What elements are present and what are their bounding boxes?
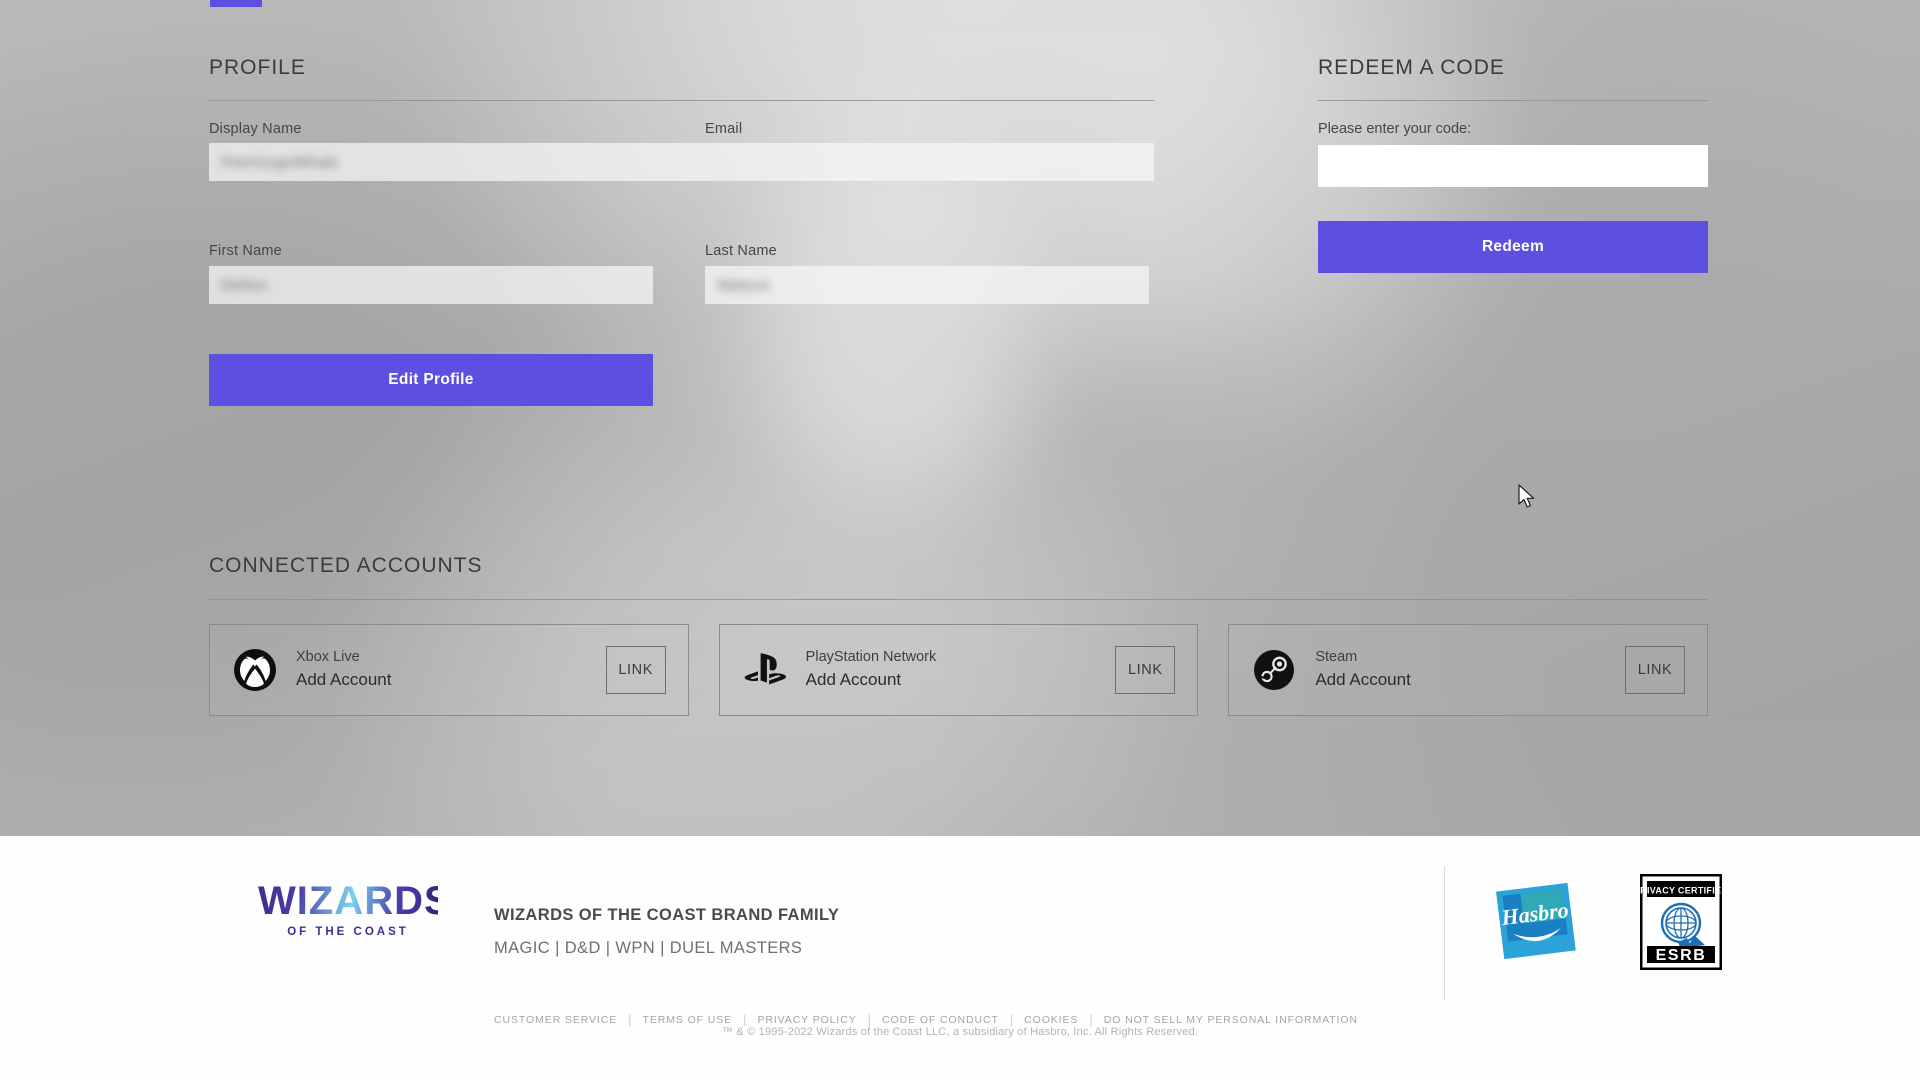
active-tab-indicator[interactable]	[210, 0, 262, 7]
connected-account-card-xbox[interactable]: Xbox Live Add Account LINK	[209, 624, 689, 716]
connected-accounts-title: CONNECTED ACCOUNTS	[209, 554, 483, 577]
connected-account-action-steam: Add Account	[1315, 669, 1411, 689]
playstation-icon	[742, 647, 788, 693]
footer-link-separator: |	[743, 1012, 747, 1027]
footer-link-do-not-sell[interactable]: DO NOT SELL MY PERSONAL INFORMATION	[1104, 1014, 1358, 1026]
footer-link-separator: |	[628, 1012, 632, 1027]
connected-account-text-playstation: PlayStation Network Add Account	[806, 648, 1116, 691]
connected-account-service-xbox: Xbox Live	[296, 649, 360, 666]
redeem-input-label: Please enter your code:	[1318, 121, 1472, 137]
profile-row-display-email: Display Name Email	[209, 121, 1154, 144]
redeem-code-section: REDEEM A CODE Please enter your code: Re…	[1318, 56, 1708, 273]
last-name-input[interactable]: Watson	[705, 266, 1149, 304]
redeem-section-title: REDEEM A CODE	[1318, 56, 1505, 79]
link-button-steam[interactable]: LINK	[1625, 646, 1686, 694]
connected-account-action-playstation: Add Account	[805, 669, 902, 689]
profile-row-names: First Name Delton Last Name Watson	[209, 243, 1154, 304]
link-button-xbox[interactable]: LINK	[605, 646, 666, 694]
footer-links: CUSTOMER SERVICE | TERMS OF USE | PRIVAC…	[494, 1012, 1358, 1027]
brand-family-title: WIZARDS OF THE COAST BRAND FAMILY	[494, 906, 840, 924]
brand-family-block: WIZARDS OF THE COAST BRAND FAMILY MAGIC …	[494, 906, 839, 958]
footer-link-customer-service[interactable]: CUSTOMER SERVICE	[494, 1014, 617, 1026]
page-content: PROFILE Display Name Email PeerGogoWhale…	[0, 0, 1920, 836]
footer-link-separator: |	[1089, 1012, 1093, 1027]
footer-inner: WIZARDS OF THE COAST WIZARDS OF THE COAS…	[0, 836, 1920, 1027]
last-name-field-group: Last Name Watson	[705, 243, 1149, 304]
footer-link-separator: |	[1009, 1012, 1014, 1027]
svg-text:ESRB: ESRB	[1656, 947, 1707, 964]
profile-section-title: PROFILE	[209, 56, 306, 79]
wizards-of-the-coast-logo[interactable]: WIZARDS OF THE COAST	[258, 879, 452, 938]
first-name-label: First Name	[209, 243, 282, 259]
display-name-label: Display Name	[209, 121, 302, 137]
footer-badges: Hasbro PRIVACY CERTIFIED	[1490, 873, 1728, 975]
footer-link-code-of-conduct[interactable]: CODE OF CONDUCT	[882, 1014, 999, 1026]
redeem-code-input[interactable]	[1318, 145, 1708, 187]
connected-account-card-steam[interactable]: Steam Add Account LINK	[1228, 624, 1709, 716]
site-footer: WIZARDS OF THE COAST WIZARDS OF THE COAS…	[0, 836, 1920, 1080]
footer-vertical-divider	[1444, 866, 1445, 1000]
mouse-cursor	[1518, 484, 1536, 515]
connected-account-card-playstation[interactable]: PlayStation Network Add Account LINK	[718, 624, 1199, 716]
connected-account-action-xbox: Add Account	[296, 669, 392, 689]
redeem-divider	[1318, 100, 1708, 101]
footer-link-privacy-policy[interactable]: PRIVACY POLICY	[757, 1014, 856, 1026]
edit-profile-button[interactable]: Edit Profile	[209, 354, 653, 406]
profile-section: PROFILE Display Name Email PeerGogoWhale…	[209, 56, 1154, 406]
footer-link-cookies[interactable]: COOKIES	[1024, 1014, 1078, 1026]
account-settings-page: PROFILE Display Name Email PeerGogoWhale…	[0, 0, 1920, 1080]
last-name-value: Watson	[717, 276, 771, 294]
first-name-value: Delton	[221, 276, 268, 294]
redeem-button[interactable]: Redeem	[1318, 221, 1708, 273]
display-name-value: PeerGogoWhale	[221, 153, 339, 171]
email-label: Email	[705, 121, 743, 137]
last-name-label: Last Name	[705, 243, 777, 259]
hasbro-logo[interactable]: Hasbro	[1490, 879, 1582, 970]
svg-text:PRIVACY CERTIFIED: PRIVACY CERTIFIED	[1640, 886, 1722, 896]
connected-account-service-steam: Steam	[1315, 649, 1358, 666]
footer-link-terms-of-use[interactable]: TERMS OF USE	[643, 1014, 733, 1026]
display-name-email-input[interactable]: PeerGogoWhale	[209, 143, 1154, 181]
xbox-icon	[232, 647, 278, 693]
first-name-field-group: First Name Delton	[209, 243, 653, 304]
first-name-input[interactable]: Delton	[209, 266, 653, 304]
connected-account-text-steam: Steam Add Account	[1315, 648, 1625, 691]
link-button-playstation[interactable]: LINK	[1115, 646, 1176, 694]
connected-accounts-divider	[209, 599, 1708, 600]
steam-icon	[1251, 647, 1297, 693]
footer-link-separator: |	[867, 1012, 872, 1027]
profile-divider	[209, 100, 1154, 101]
copyright-text: ™ & © 1995-2022 Wizards of the Coast LLC…	[721, 1026, 1199, 1038]
email-field-group: Email	[705, 121, 1149, 144]
connected-account-text-xbox: Xbox Live Add Account	[296, 648, 606, 691]
connected-accounts-list: Xbox Live Add Account LINK PlayStation N…	[209, 624, 1709, 716]
logo-wordmark: WIZARDS	[258, 879, 452, 923]
connected-account-service-playstation: PlayStation Network	[805, 649, 937, 666]
connected-accounts-section: CONNECTED ACCOUNTS Xbox Live Add Account…	[209, 554, 1709, 716]
display-name-field-group: Display Name	[209, 121, 653, 144]
esrb-privacy-certified-badge[interactable]: PRIVACY CERTIFIED ESRB	[1634, 873, 1728, 975]
brand-family-list: MAGIC | D&D | WPN | DUEL MASTERS	[494, 939, 803, 957]
logo-subtitle: OF THE COAST	[287, 926, 409, 938]
